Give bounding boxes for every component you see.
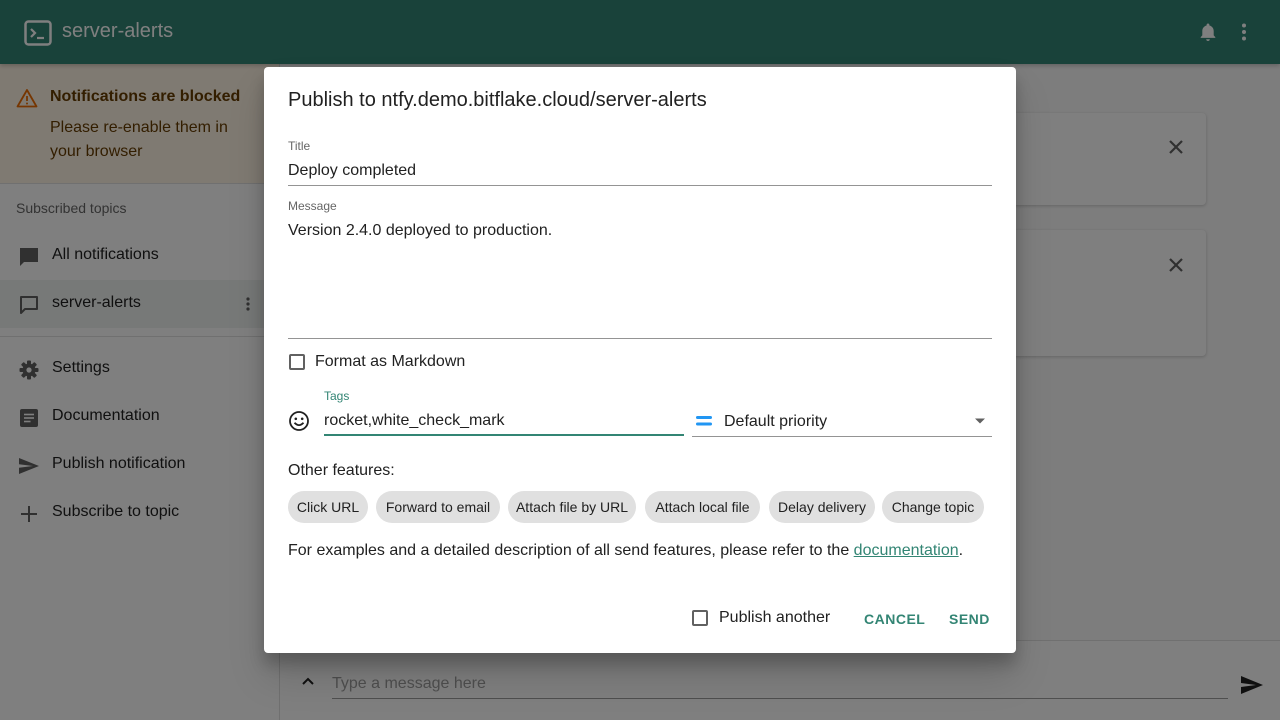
publish-another-label: Publish another: [719, 609, 831, 626]
priority-value: Default priority: [724, 413, 828, 430]
tags-field[interactable]: rocket,white_check_mark: [324, 412, 505, 430]
publish-another-checkbox[interactable]: [692, 610, 708, 626]
message-field[interactable]: Version 2.4.0 deployed to production.: [288, 222, 552, 240]
docs-suffix: .: [958, 542, 964, 559]
message-field-label: Message: [288, 199, 337, 213]
documentation-link[interactable]: documentation: [854, 542, 959, 559]
message-field-underline: [288, 338, 992, 339]
chip-attach-local-file[interactable]: Attach local file: [645, 491, 760, 523]
priority-default-icon: [696, 416, 712, 426]
chip-attach-file-by-url[interactable]: Attach file by URL: [508, 491, 636, 523]
title-field-label: Title: [288, 139, 311, 153]
docs-text: For examples and a detailed description …: [288, 542, 850, 559]
dialog-title: Publish to ntfy.demo.bitflake.cloud/serv…: [288, 89, 707, 111]
publish-dialog: Publish to ntfy.demo.bitflake.cloud/serv…: [264, 67, 1016, 653]
priority-underline: [692, 436, 992, 437]
send-button[interactable]: SEND: [949, 611, 990, 627]
chip-delay-delivery[interactable]: Delay delivery: [769, 491, 875, 523]
cancel-button[interactable]: CANCEL: [864, 611, 925, 627]
chip-click-url[interactable]: Click URL: [288, 491, 368, 523]
markdown-label: Format as Markdown: [315, 353, 466, 370]
docs-paragraph: For examples and a detailed description …: [288, 542, 963, 560]
markdown-checkbox[interactable]: [289, 354, 305, 370]
tags-field-underline: [324, 434, 684, 436]
title-field-underline: [288, 185, 992, 186]
dropdown-arrow-icon: [975, 418, 985, 424]
chip-change-topic[interactable]: Change topic: [882, 491, 984, 523]
other-features-label: Other features:: [288, 462, 395, 479]
chip-forward-to-email[interactable]: Forward to email: [376, 491, 500, 523]
title-field[interactable]: Deploy completed: [288, 162, 416, 180]
emoji-icon[interactable]: [288, 410, 310, 432]
tags-field-label: Tags: [324, 389, 350, 403]
